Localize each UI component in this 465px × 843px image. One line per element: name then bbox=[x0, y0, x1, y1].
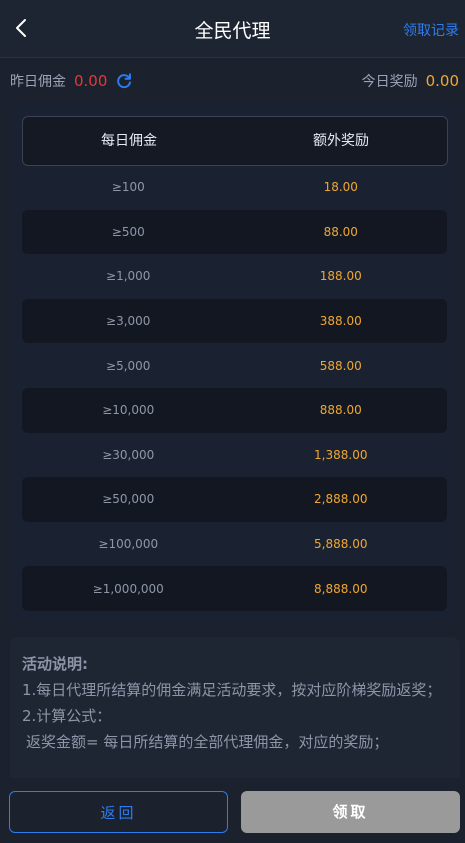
threshold-cell: ≥5,000 bbox=[106, 358, 151, 373]
reward-cell: 188.00 bbox=[319, 269, 362, 284]
description-title: 活动说明: bbox=[22, 655, 88, 673]
refresh-icon[interactable] bbox=[115, 72, 133, 90]
reward-cell: 5,888.00 bbox=[314, 537, 368, 552]
column-header-reward: 额外奖励 bbox=[313, 133, 369, 149]
top-bar: 全民代理 领取记录 bbox=[0, 0, 465, 58]
reward-cell: 18.00 bbox=[323, 180, 358, 195]
description-line: 2.计算公式： bbox=[22, 707, 112, 725]
table-row: ≥3,000 388.00 bbox=[22, 298, 447, 344]
table-row: ≥5,000 588.00 bbox=[22, 343, 447, 388]
reward-cell: 388.00 bbox=[319, 314, 362, 329]
bottom-actions: 返回 领取 bbox=[0, 778, 465, 843]
claim-button[interactable]: 领取 bbox=[241, 791, 460, 833]
table-header: 每日佣金 额外奖励 bbox=[22, 116, 448, 166]
table-row: ≥10,000 888.00 bbox=[22, 387, 447, 433]
reward-table-card: 每日佣金 额外奖励 ≥100 18.00 ≥500 88.00 ≥1,000 1… bbox=[10, 104, 460, 622]
yesterday-commission-label: 昨日佣金 bbox=[10, 74, 66, 90]
back-button[interactable]: 返回 bbox=[9, 791, 228, 833]
threshold-cell: ≥3,000 bbox=[106, 314, 151, 329]
table-row: ≥30,000 1,388.00 bbox=[22, 433, 447, 478]
today-reward-label: 今日奖励 bbox=[361, 74, 418, 90]
threshold-cell: ≥100,000 bbox=[98, 537, 159, 552]
reward-cell: 1,388.00 bbox=[314, 447, 368, 462]
table-row: ≥100,000 5,888.00 bbox=[22, 522, 447, 567]
table-row: ≥100 18.00 bbox=[22, 165, 447, 210]
yesterday-commission-value: 0.00 bbox=[74, 72, 108, 90]
yesterday-commission: 昨日佣金 0.00 bbox=[10, 71, 133, 91]
threshold-cell: ≥50,000 bbox=[102, 492, 155, 507]
threshold-cell: ≥500 bbox=[111, 224, 145, 239]
threshold-cell: ≥1,000,000 bbox=[92, 581, 164, 596]
reward-cell: 588.00 bbox=[319, 358, 362, 373]
table-row: ≥1,000 188.00 bbox=[22, 254, 447, 299]
description-line: 1.每日代理所结算的佣金满足活动要求，按对应阶梯奖励返奖； bbox=[22, 681, 442, 699]
threshold-cell: ≥30,000 bbox=[102, 447, 155, 462]
threshold-cell: ≥100 bbox=[111, 180, 145, 195]
threshold-cell: ≥10,000 bbox=[102, 403, 155, 418]
reward-cell: 2,888.00 bbox=[314, 492, 368, 507]
reward-cell: 888.00 bbox=[319, 403, 362, 418]
claim-history-link[interactable]: 领取记录 bbox=[403, 20, 459, 40]
reward-cell: 88.00 bbox=[323, 224, 358, 239]
today-reward: 今日奖励 0.00 bbox=[362, 71, 459, 91]
stats-bar: 昨日佣金 0.00 今日奖励 0.00 bbox=[0, 58, 465, 102]
page-title: 全民代理 bbox=[194, 20, 271, 42]
reward-cell: 8,888.00 bbox=[314, 581, 368, 596]
today-reward-value: 0.00 bbox=[425, 72, 459, 90]
table-body: ≥100 18.00 ≥500 88.00 ≥1,000 188.00 ≥3,0… bbox=[22, 165, 447, 611]
threshold-cell: ≥1,000 bbox=[106, 269, 151, 284]
table-row: ≥500 88.00 bbox=[22, 209, 447, 255]
description-line: 返奖金额= 每日所结算的全部代理佣金，对应的奖励； bbox=[26, 733, 389, 751]
activity-description: 活动说明: 1.每日代理所结算的佣金满足活动要求，按对应阶梯奖励返奖； 2.计算… bbox=[10, 637, 460, 787]
table-row: ≥1,000,000 8,888.00 bbox=[22, 566, 447, 611]
column-header-commission: 每日佣金 bbox=[101, 133, 157, 149]
table-row: ≥50,000 2,888.00 bbox=[22, 477, 447, 522]
